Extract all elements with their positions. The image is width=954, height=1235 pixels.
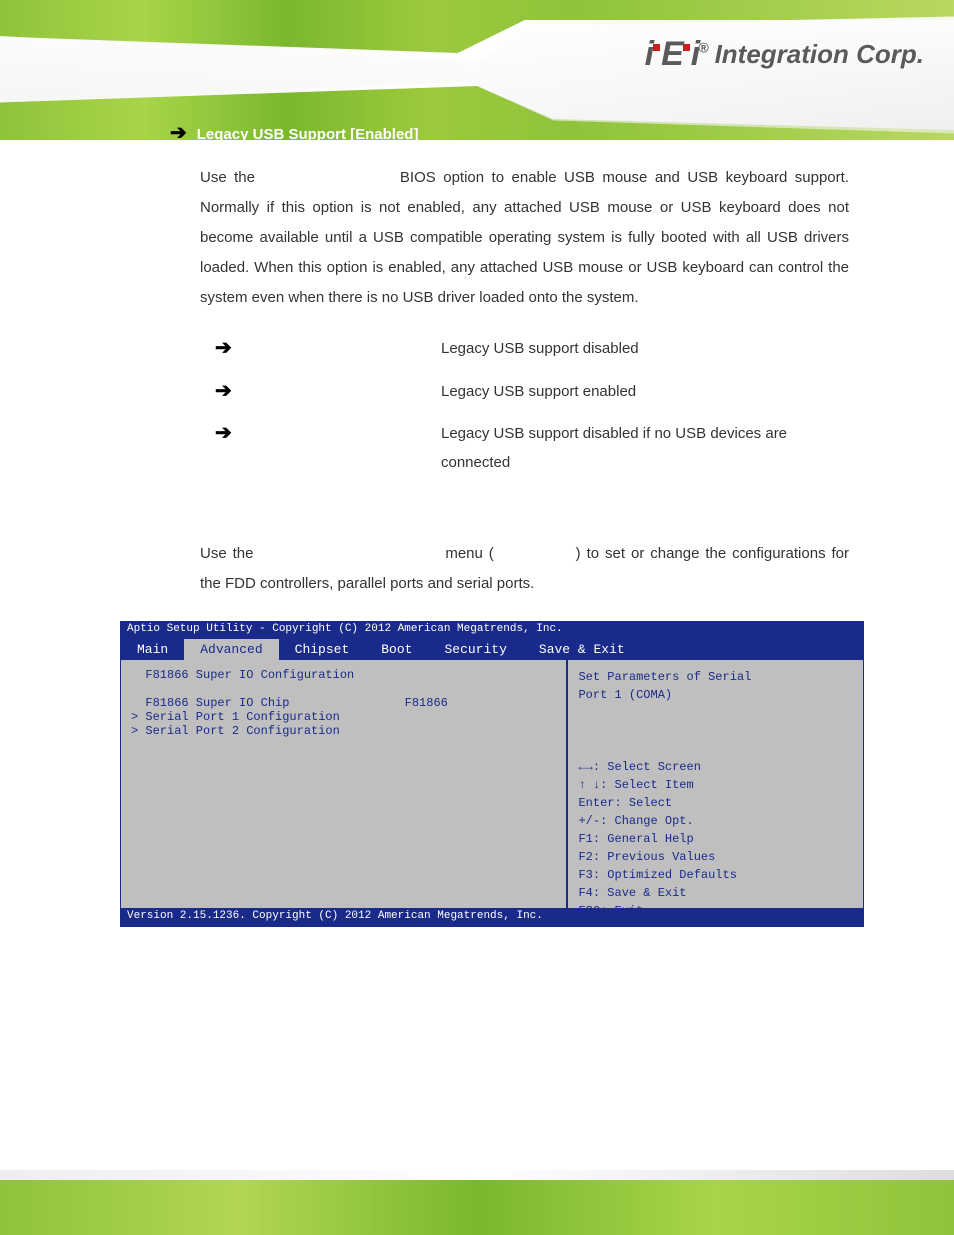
legacy-usb-options: ➔ Disabled Legacy USB support disabled ➔… xyxy=(215,335,849,477)
arrow-right-icon: ➔ xyxy=(215,378,241,403)
logo-dot-icon xyxy=(683,44,690,51)
bios-body: F81866 Super IO Configuration F81866 Sup… xyxy=(121,660,863,908)
section-heading-legacy-usb: ➔ Legacy USB Support [Enabled] xyxy=(170,120,894,145)
arrow-right-icon: ➔ xyxy=(215,335,241,360)
para-b: menu ( xyxy=(445,545,493,562)
option-label: Disabled xyxy=(241,335,441,352)
bios-tab-security[interactable]: Security xyxy=(428,639,522,660)
para-prefix: Use the xyxy=(200,169,262,186)
option-row: ➔ Enabled DEFAULT Legacy USB support ena… xyxy=(215,378,849,407)
heading-label: Legacy USB Support [Enabled] xyxy=(197,126,419,143)
footer-wave xyxy=(0,1125,954,1170)
arrow-right-icon: ➔ xyxy=(215,420,241,445)
bios-footer-bar: Version 2.15.1236. Copyright (C) 2012 Am… xyxy=(121,908,863,926)
option-desc: Legacy USB support disabled if no USB de… xyxy=(441,420,849,477)
bios-left-pane: F81866 Super IO Configuration F81866 Sup… xyxy=(121,660,568,908)
superio-paragraph: Use the menu ( ) to set or change the co… xyxy=(200,539,849,599)
bios-tab-bar: Main Advanced Chipset Boot Security Save… xyxy=(121,638,863,660)
option-label: Auto xyxy=(241,420,441,437)
option-desc: Legacy USB support enabled xyxy=(441,378,849,407)
logo-dot-icon xyxy=(653,44,660,51)
option-row: ➔ Auto Legacy USB support disabled if no… xyxy=(215,420,849,477)
option-label: Enabled DEFAULT xyxy=(241,378,441,395)
logo-text: Integration Corp. xyxy=(715,39,924,70)
para-a: Use the xyxy=(200,545,259,562)
bios-caption: BIOS Menu 7: Super IO Configuration xyxy=(120,937,894,953)
bios-menu-screenshot: Aptio Setup Utility - Copyright (C) 2012… xyxy=(120,621,864,927)
bios-tab-advanced[interactable]: Advanced xyxy=(184,639,278,660)
header-banner: iEi® Integration Corp. xyxy=(0,0,954,140)
legacy-usb-paragraph: Use the BIOS option to enable USB mouse … xyxy=(200,163,849,313)
option-desc: Legacy USB support disabled xyxy=(441,335,849,364)
bios-right-pane: Set Parameters of Serial Port 1 (COMA) ←… xyxy=(568,660,863,908)
page-content: ➔ Legacy USB Support [Enabled] Use the B… xyxy=(0,120,954,953)
bios-tab-save-exit[interactable]: Save & Exit xyxy=(523,639,641,660)
brand-logo: iEi® Integration Corp. xyxy=(645,35,924,74)
logo-mark: iEi® xyxy=(645,35,707,74)
footer-banner xyxy=(0,1125,954,1235)
bios-title-bar: Aptio Setup Utility - Copyright (C) 2012… xyxy=(121,622,863,638)
arrow-right-icon: ➔ xyxy=(170,120,187,145)
para-c: ) to set or change the configurations fo… xyxy=(200,545,849,592)
bios-tab-boot[interactable]: Boot xyxy=(365,639,428,660)
para-rest: BIOS option to enable USB mouse and USB … xyxy=(200,169,849,306)
bios-tab-main[interactable]: Main xyxy=(121,639,184,660)
option-row: ➔ Disabled Legacy USB support disabled xyxy=(215,335,849,364)
bios-tab-chipset[interactable]: Chipset xyxy=(279,639,366,660)
